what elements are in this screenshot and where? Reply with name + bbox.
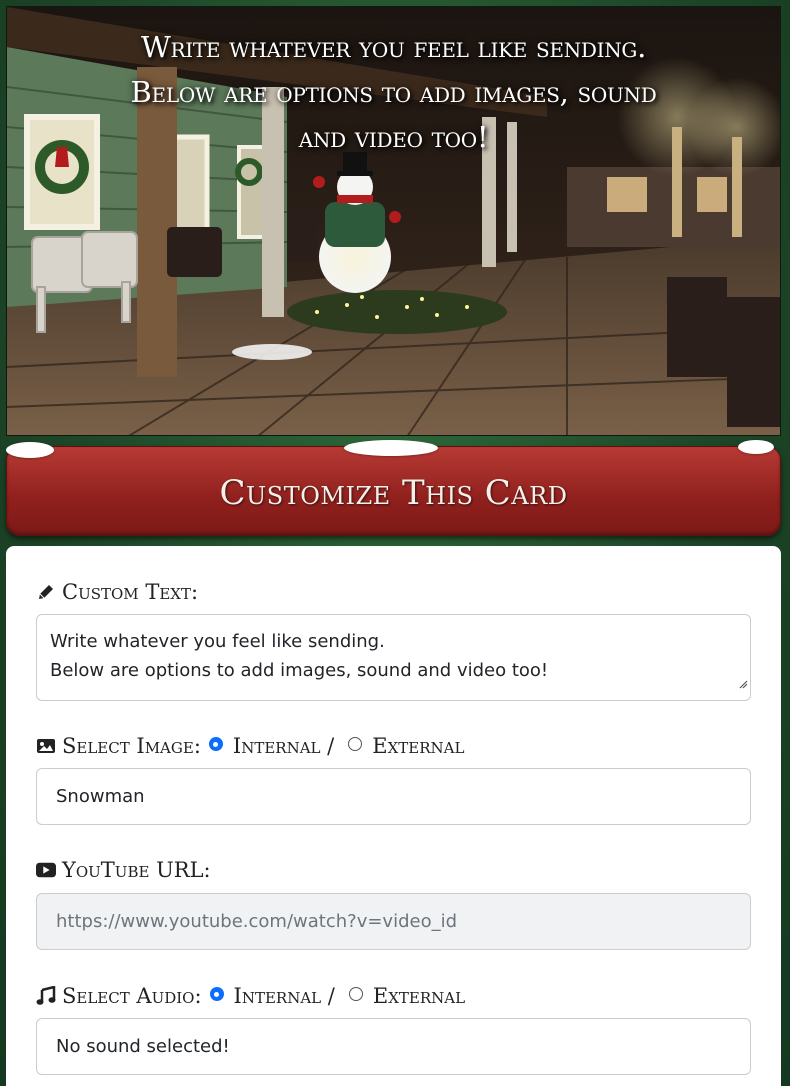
hero-message-line2: Below are options to add images, sound [130,75,657,109]
youtube-icon [36,860,56,880]
hero-message-line1: Write whatever you feel like sending. [140,30,647,64]
custom-text-textarea[interactable]: Write whatever you feel like sending. Be… [36,614,751,701]
select-image-label: Select Image: Internal / External [36,734,470,758]
snow-cap-center [344,440,438,456]
custom-text-line2: Below are options to add images, sound a… [50,660,549,681]
audio-internal-option[interactable]: Internal / [234,984,335,1008]
banner-title: Customize This Card [219,473,568,513]
snow-cap-left [6,442,54,458]
customize-banner: Customize This Card [6,446,781,536]
youtube-url-input[interactable]: https://www.youtube.com/watch?v=video_id [36,893,751,950]
custom-text-label-text: Custom Text: [62,580,199,604]
image-select[interactable]: Snowman [36,768,751,825]
card-hero-image: Write whatever you feel like sending. Be… [6,6,781,436]
image-external-radio[interactable] [348,737,363,751]
hero-message: Write whatever you feel like sending. Be… [7,25,780,160]
hero-message-line3: and video too! [298,120,489,154]
youtube-url-label-text: YouTube URL: [62,858,211,882]
audio-external-radio[interactable] [348,987,363,1001]
audio-external-option[interactable]: External [373,984,465,1008]
audio-select[interactable]: No sound selected! [36,1018,751,1075]
select-image-label-text: Select Image: [62,734,201,758]
audio-internal-radio[interactable] [209,987,224,1001]
image-internal-radio[interactable] [208,737,223,751]
custom-text-label: Custom Text: [36,580,198,604]
music-note-icon [36,986,56,1006]
pencil-icon [36,582,56,602]
select-audio-label: Select Audio: Internal / External [36,984,471,1008]
resize-grip-icon[interactable] [738,669,748,698]
image-internal-option[interactable]: Internal / [233,734,334,758]
image-external-option[interactable]: External [372,734,464,758]
customize-form-panel: Custom Text: Write whatever you feel lik… [6,546,781,1086]
image-icon [36,736,56,756]
snow-cap-right [738,440,774,454]
youtube-url-label: YouTube URL: [36,858,211,882]
select-audio-label-text: Select Audio: [62,984,202,1008]
custom-text-line1: Write whatever you feel like sending. [50,631,385,652]
